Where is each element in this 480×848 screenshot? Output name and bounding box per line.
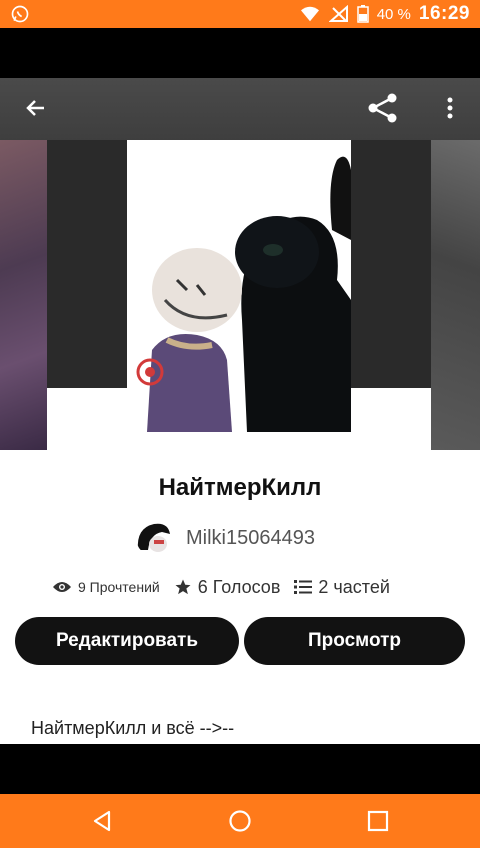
nav-recent-button[interactable]: [354, 797, 402, 845]
status-bar: 40 % 16:29: [0, 0, 480, 28]
view-button[interactable]: Просмотр: [244, 617, 465, 665]
star-icon: [175, 579, 191, 595]
story-stats: 9 Прочтений 6 Голосов 2 частей: [52, 572, 452, 602]
wifi-icon: [300, 6, 319, 22]
votes-count: 6 Голосов: [197, 576, 281, 597]
whatsapp-icon: [11, 5, 29, 23]
nav-back-button[interactable]: [78, 797, 126, 845]
next-story-cover[interactable]: [431, 140, 480, 450]
navigation-bar: [0, 794, 480, 848]
share-icon: [368, 93, 397, 123]
hero-shadow-left: [47, 140, 127, 388]
edit-button[interactable]: Редактировать: [15, 617, 239, 665]
bottom-black-band: [0, 744, 480, 794]
nav-back-icon: [93, 810, 111, 832]
battery-percent: 40 %: [376, 5, 411, 23]
more-options-button[interactable]: [430, 88, 470, 128]
list-icon: [294, 580, 313, 594]
status-right: 40 % 16:29: [299, 0, 470, 28]
reads-count: 9 Прочтений: [78, 579, 160, 595]
nav-recent-icon: [367, 810, 389, 832]
parts-stat: 2 частей: [294, 577, 390, 598]
nav-home-button[interactable]: [216, 797, 264, 845]
author-avatar[interactable]: [136, 520, 172, 556]
reads-stat: 9 Прочтений: [52, 579, 160, 595]
prev-story-cover[interactable]: [0, 140, 47, 450]
story-description: НайтмерКилл и всё -->--: [31, 718, 235, 738]
clock: 16:29: [418, 3, 470, 24]
nav-home-icon: [229, 810, 251, 832]
back-button[interactable]: [16, 88, 56, 128]
eye-icon: [53, 582, 71, 592]
share-button[interactable]: [363, 88, 403, 128]
hero-shadow-right: [351, 140, 431, 388]
parts-count: 2 частей: [318, 576, 390, 597]
back-arrow-icon: [26, 100, 44, 116]
more-vert-icon: [447, 97, 453, 119]
story-cover-image[interactable]: [127, 140, 351, 432]
battery-icon: [356, 5, 369, 23]
story-title: НайтмерКилл: [158, 474, 322, 501]
author-name[interactable]: Milki15064493: [186, 527, 315, 550]
top-black-band: [0, 28, 480, 78]
author-row[interactable]: Milki15064493: [136, 518, 315, 558]
story-header: [0, 78, 480, 450]
votes-stat: 6 Голосов: [174, 576, 281, 598]
no-signal-icon: [328, 5, 348, 22]
